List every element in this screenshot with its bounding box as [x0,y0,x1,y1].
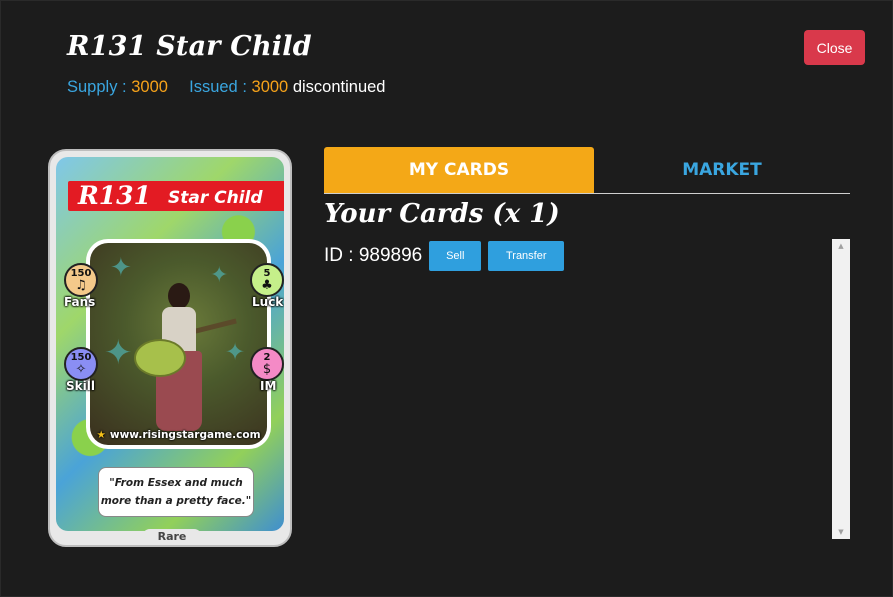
im-label: IM [260,379,277,393]
money-icon: $ [262,362,272,377]
issued-label: Issued : [189,78,247,96]
skill-icon: ✧ [75,362,87,377]
quote-line-2: more than a pretty face." [100,495,252,507]
transfer-button[interactable]: Transfer [488,241,565,271]
singer-head [168,283,190,309]
card-name: Star Child [168,188,263,208]
fans-stat: 150 ♫ [64,263,98,297]
status-text: discontinued [292,78,386,96]
card-photo-frame: ✦ ✦ ✦ ✦ ★ www.risingstargame.com [86,239,271,449]
scroll-down-icon[interactable]: ▼ [832,528,850,536]
supply-label: Supply : [67,78,127,96]
clover-icon: ♣ [261,278,273,293]
star-decoration-icon: ✦ [104,333,133,373]
card-detail-modal: R131 Star Child Supply : 3000 Issued : 3… [0,0,893,597]
luck-stat: 5 ♣ [250,263,284,297]
card-id-text: ID : 989896 [324,245,423,266]
website-text: www.risingstargame.com [109,429,261,441]
card-quote: "From Essex and much more than a pretty … [98,467,254,517]
card-photo: ✦ ✦ ✦ ✦ ★ www.risingstargame.com [90,243,267,445]
card-id: R131 [78,181,151,210]
tab-market[interactable]: MARKET [594,147,850,193]
cards-scrollbar[interactable]: ▲ ▼ [832,239,850,539]
supply-info: Supply : 3000 Issued : 3000 discontinued [67,78,385,97]
im-stat: 2 $ [250,347,284,381]
scroll-up-icon[interactable]: ▲ [832,242,850,250]
supply-value: 3000 [131,78,168,96]
rarity-badge: Rare [142,529,202,543]
star-decoration-icon: ✦ [110,253,132,283]
tab-my-cards[interactable]: MY CARDS [324,147,594,193]
quote-line-1: "From Essex and much [109,477,243,489]
page-title: R131 Star Child [67,31,312,62]
fans-icon: ♫ [75,278,87,293]
luck-label: Luck [252,295,284,309]
tab-bar: MY CARDS MARKET [324,147,850,194]
skill-label: Skill [66,379,95,393]
card-background: R131 Star Child ✦ ✦ ✦ ✦ ★ www.risingstarg… [56,157,284,531]
sell-button[interactable]: Sell [429,241,482,271]
star-bullet-icon: ★ [96,429,106,441]
star-decoration-icon: ✦ [210,263,229,288]
website-label: ★ www.risingstargame.com [94,429,263,441]
guitar-icon [134,339,186,377]
star-decoration-icon: ✦ [225,338,246,366]
card-image: R131 Star Child ✦ ✦ ✦ ✦ ★ www.risingstarg… [48,149,292,547]
issued-value: 3000 [251,78,289,96]
your-cards-heading: Your Cards (x 1) [324,199,560,229]
close-button[interactable]: Close [804,30,865,65]
skill-stat: 150 ✧ [64,347,98,381]
card-row: ID : 989896 Sell Transfer [324,241,565,271]
fans-label: Fans [64,295,96,309]
